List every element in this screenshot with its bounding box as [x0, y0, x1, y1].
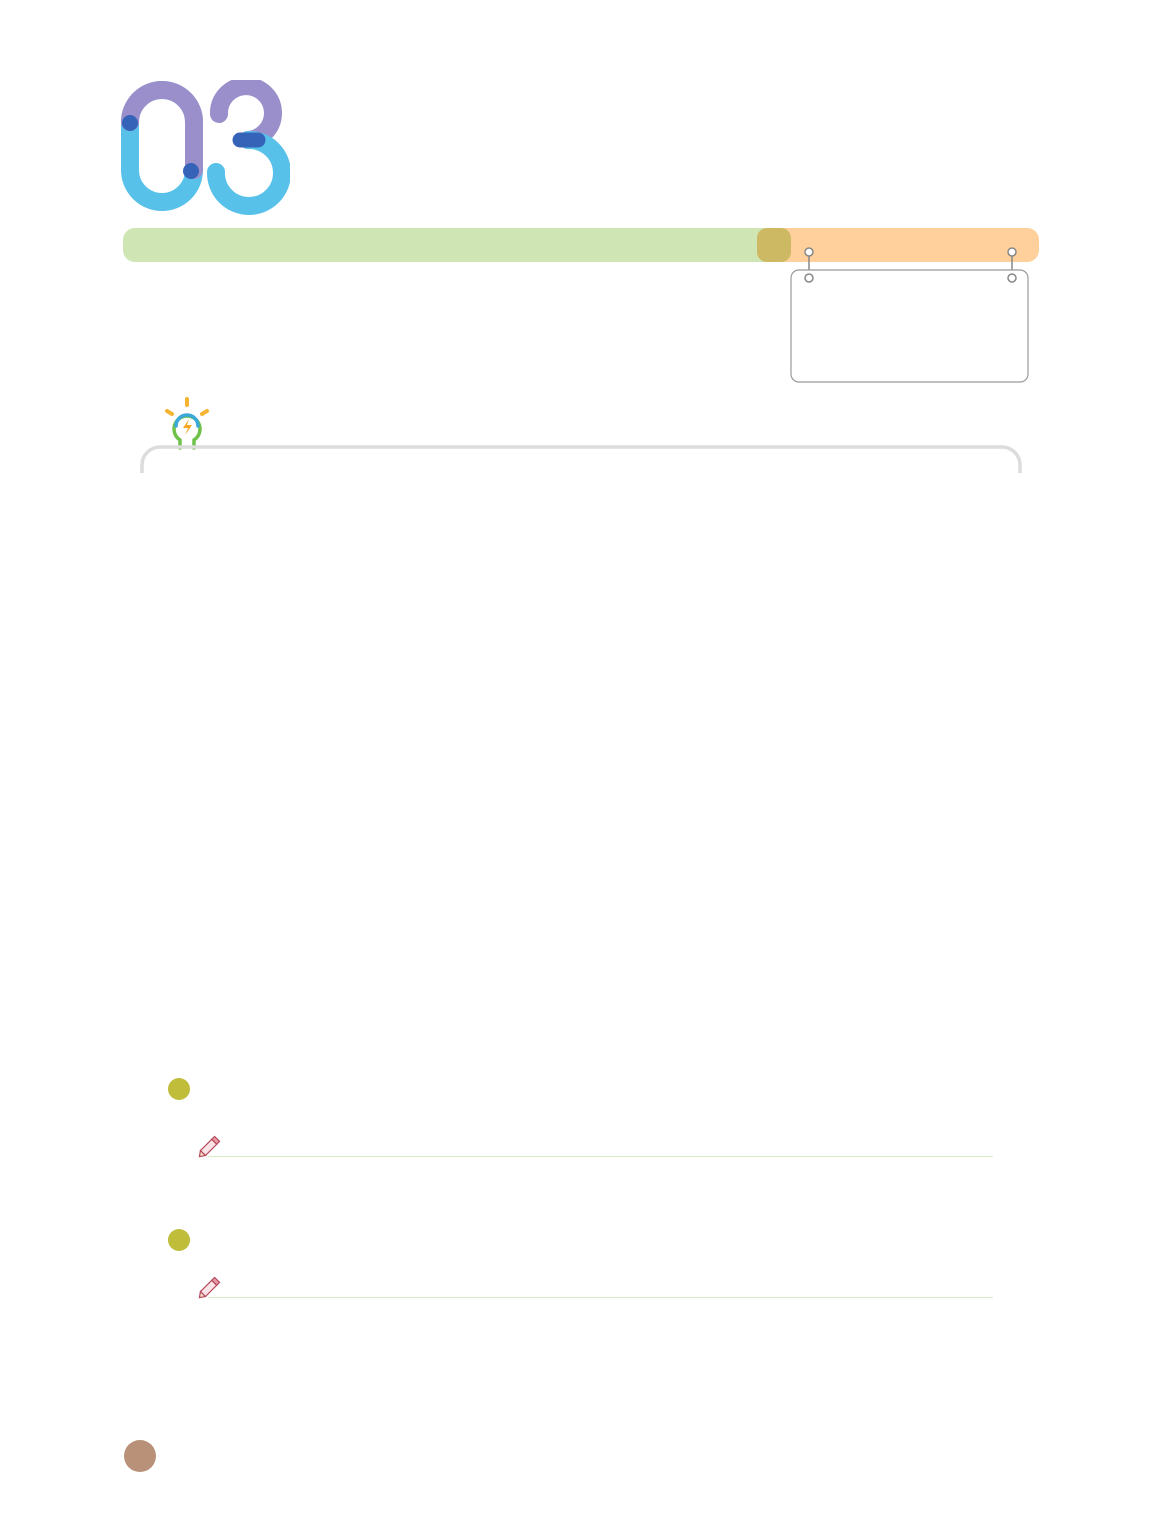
- question-2-answer-line[interactable]: [208, 1297, 993, 1298]
- question-1-answer-line[interactable]: [208, 1156, 993, 1157]
- question-1-bullet: [168, 1078, 190, 1100]
- page-number-circle: [124, 1440, 156, 1472]
- idea-frame: [140, 445, 1022, 473]
- hanging-sign: [790, 247, 1029, 383]
- chapter-number-03: [121, 80, 290, 215]
- question-2-bullet: [168, 1229, 190, 1251]
- title-bar-knob: [757, 228, 791, 262]
